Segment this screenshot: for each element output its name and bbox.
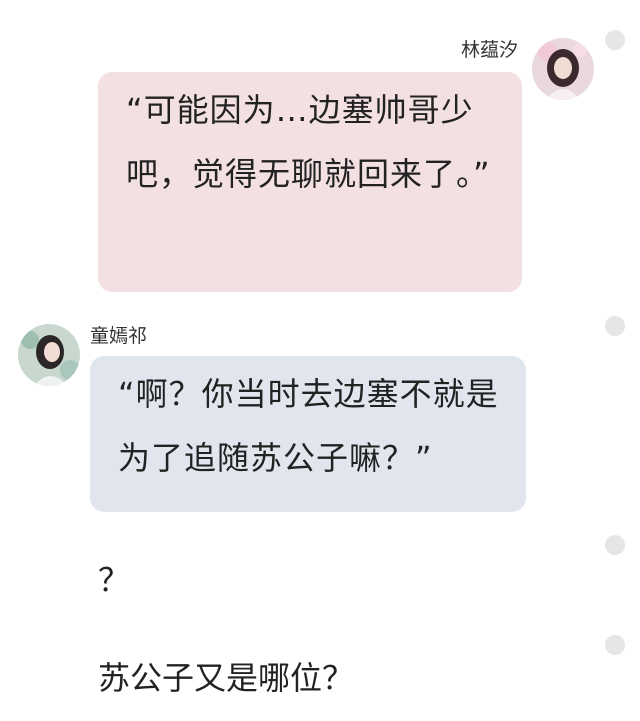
message-bubble[interactable]: “啊？你当时去边塞不就是为了追随苏公子嘛？” — [90, 356, 526, 512]
status-dot — [605, 316, 625, 336]
sender-name: 林蕴汐 — [460, 39, 518, 61]
sender-name: 童嫣祁 — [90, 325, 148, 347]
avatar-lin-yunxi[interactable] — [532, 38, 594, 100]
narration-line: ？ — [98, 561, 131, 599]
narration-line: 苏公子又是哪位？ — [98, 659, 355, 697]
status-dot — [605, 30, 625, 50]
status-dot — [605, 535, 625, 555]
status-dot — [605, 635, 625, 655]
message-text: “可能因为…边塞帅哥少吧，觉得无聊就回来了。” — [126, 91, 491, 193]
message-text: “啊？你当时去边塞不就是为了追随苏公子嘛？” — [118, 375, 499, 477]
avatar-tong-yanqi[interactable] — [18, 324, 80, 386]
message-bubble-received[interactable]: “可能因为…边塞帅哥少吧，觉得无聊就回来了。” — [98, 72, 522, 292]
